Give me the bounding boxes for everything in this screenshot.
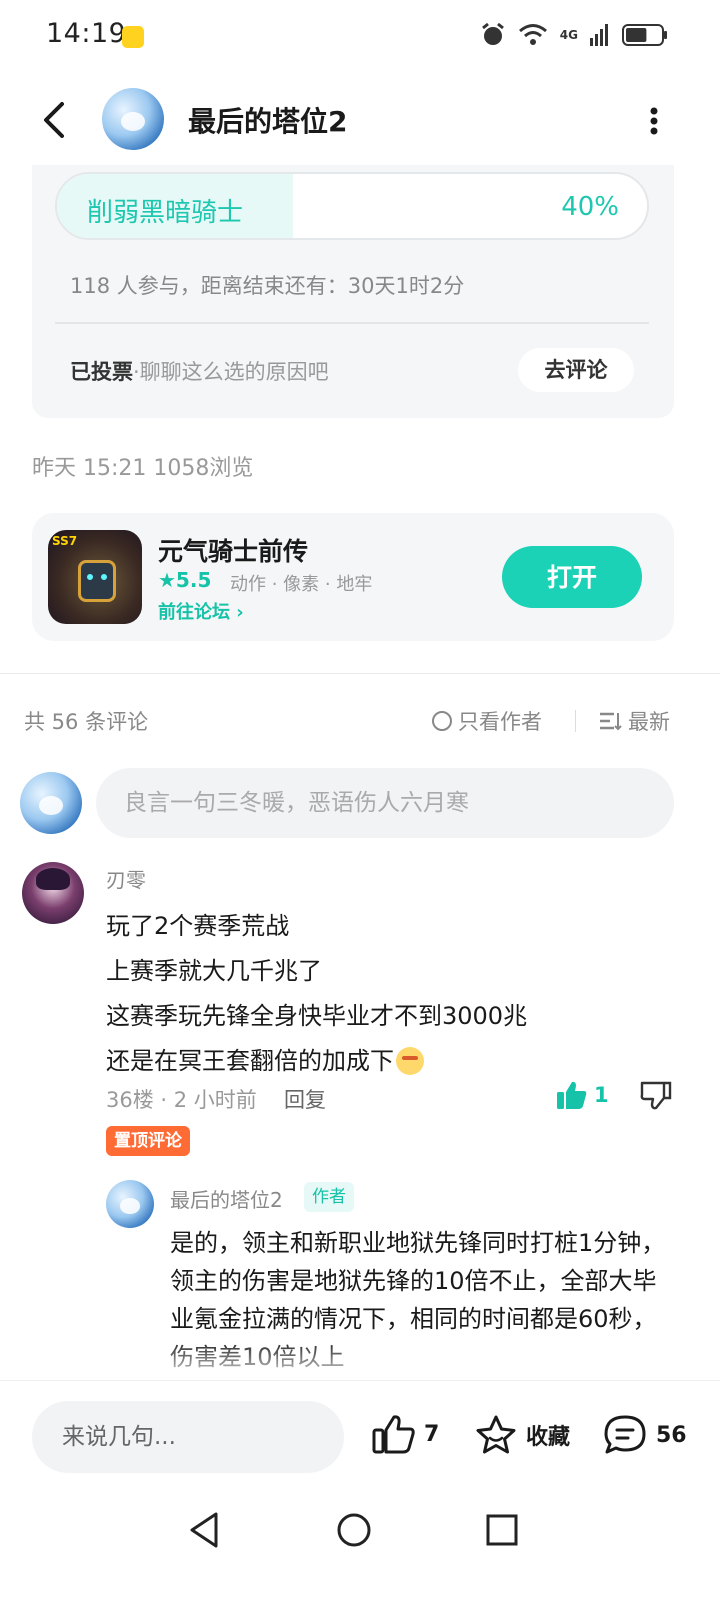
status-time: 14:19	[46, 18, 127, 49]
game-icon-eye	[101, 574, 107, 580]
post-like-count: 7	[424, 1421, 440, 1447]
network-type-label: 4G	[559, 28, 578, 42]
favorite-button[interactable]: 收藏	[474, 1414, 570, 1456]
comment-bubble-icon	[604, 1415, 646, 1454]
divider	[55, 322, 649, 324]
sort-label: 最新	[628, 710, 670, 734]
game-tags: 动作 · 像素 · 地牢	[230, 574, 373, 595]
comment-like-button[interactable]: 1	[556, 1080, 609, 1110]
bottom-comment-input[interactable]: 来说几句...	[32, 1401, 344, 1473]
thumbs-up-icon	[557, 1081, 587, 1109]
user-avatar	[20, 772, 82, 834]
comment-count: 共 56 条评论	[24, 710, 149, 734]
back-button[interactable]	[36, 98, 76, 142]
status-icons: 4G	[480, 22, 668, 48]
author-only-toggle[interactable]: 只看作者	[432, 706, 542, 736]
sort-icon	[600, 712, 622, 731]
wifi-icon	[518, 24, 547, 45]
comment-line: 这赛季玩先锋全身快毕业才不到3000兆	[106, 1002, 528, 1030]
nav-home-icon[interactable]	[334, 1510, 374, 1550]
reply-author-name[interactable]: 最后的塔位2	[170, 1184, 283, 1213]
sort-toggle[interactable]: 最新	[598, 706, 670, 736]
vote-option-percent: 40%	[561, 192, 619, 222]
forum-link[interactable]: 前往论坛 ›	[158, 598, 244, 624]
voted-status: 已投票·聊聊这么选的原因吧	[70, 356, 329, 386]
game-icon-character	[78, 560, 116, 602]
more-options-icon[interactable]	[646, 104, 662, 138]
comment-input[interactable]: 良言一句三冬暖，恶语伤人六月寒	[96, 768, 674, 838]
battery-icon	[622, 24, 667, 46]
comment-line: 还是在冥王套翻倍的加成下	[106, 1047, 394, 1075]
game-icon-badge: SS7	[52, 534, 78, 548]
vote-option-label: 削弱黑暗骑士	[87, 198, 244, 228]
signal-icon	[590, 24, 608, 46]
pinned-comment-badge: 置顶评论	[106, 1126, 190, 1156]
thumbs-down-icon[interactable]	[640, 1080, 672, 1110]
post-time-views: 昨天 15:21 1058浏览	[32, 456, 254, 481]
go-comment-button[interactable]: 去评论	[518, 348, 634, 392]
alarm-icon	[481, 22, 504, 45]
author-only-label: 只看作者	[458, 710, 542, 734]
star-icon	[476, 1415, 516, 1454]
game-rating: ★5.5	[158, 568, 212, 592]
section-divider	[0, 673, 720, 674]
commenter-name[interactable]: 刃零	[106, 864, 146, 893]
commenter-avatar[interactable]	[22, 862, 84, 924]
open-game-button[interactable]: 打开	[502, 546, 642, 608]
vote-meta: 118 人参与，距离结束还有：30天1时2分	[70, 274, 465, 298]
game-name[interactable]: 元气骑士前传	[158, 532, 308, 568]
comment-like-count: 1	[594, 1083, 609, 1107]
radio-icon	[432, 711, 452, 731]
comment-meta: 36楼 · 2 小时前	[106, 1088, 257, 1112]
post-like-button[interactable]: 7	[372, 1414, 439, 1454]
reply-button[interactable]: 回复	[284, 1084, 326, 1114]
reply-author-avatar[interactable]	[106, 1180, 154, 1228]
comment-line: 上赛季就大几千兆了	[106, 957, 322, 985]
forum-avatar[interactable]	[102, 88, 164, 150]
game-icon-eye	[87, 574, 93, 580]
vote-option[interactable]: 削弱黑暗骑士 40%	[55, 172, 649, 240]
divider	[575, 710, 576, 732]
notification-app-icon	[122, 26, 144, 48]
grin-emoji-icon	[396, 1047, 424, 1075]
comment-line: 玩了2个赛季荒战	[106, 912, 290, 940]
nav-recent-apps-icon[interactable]	[484, 1510, 520, 1550]
scroll-fade	[0, 1340, 720, 1380]
thumbs-up-icon	[372, 1415, 415, 1454]
nav-back-icon[interactable]	[186, 1510, 222, 1550]
author-badge: 作者	[304, 1182, 354, 1212]
comment-count-label: 56	[656, 1422, 687, 1448]
voted-label: 已投票	[70, 360, 133, 384]
favorite-label: 收藏	[526, 1425, 571, 1450]
voted-prompt: ·聊聊这么选的原因吧	[133, 360, 329, 384]
game-icon[interactable]: SS7	[48, 530, 142, 624]
comment-line-with-emoji: 还是在冥王套翻倍的加成下	[106, 1041, 424, 1076]
comments-button[interactable]: 56	[602, 1414, 687, 1456]
page-title: 最后的塔位2	[188, 105, 348, 138]
